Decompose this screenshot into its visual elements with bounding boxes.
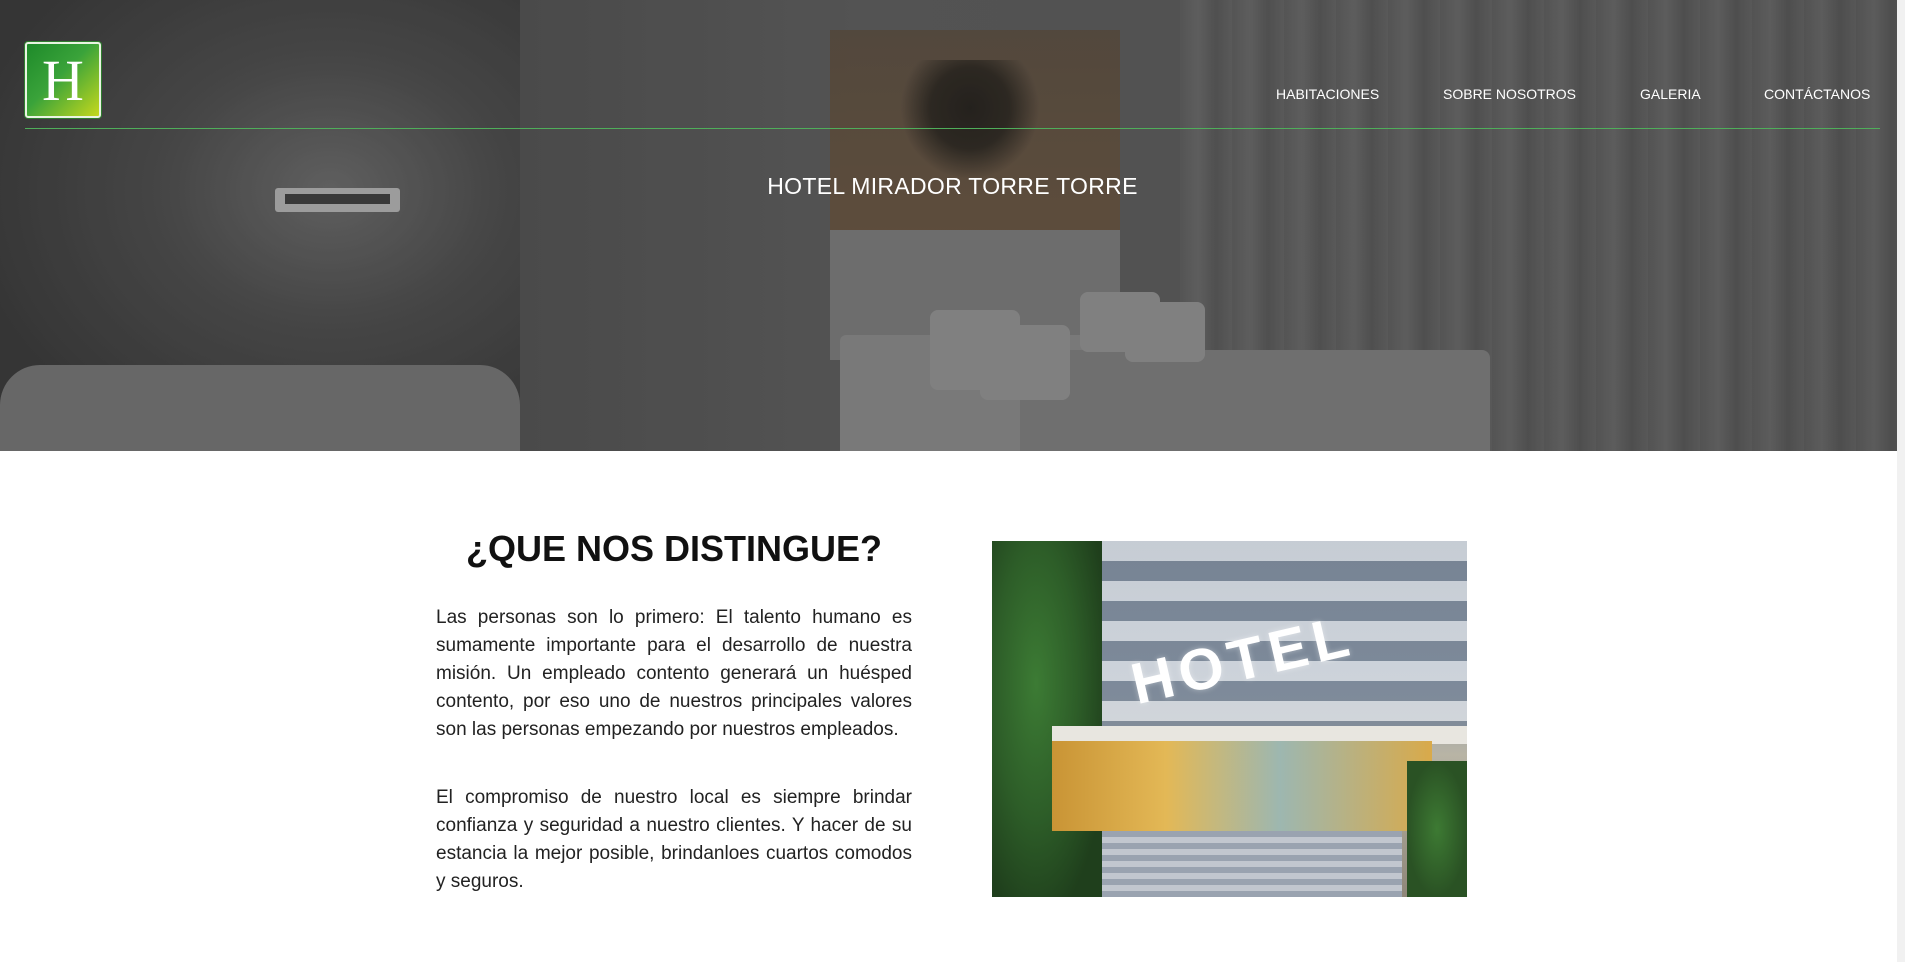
nav-link-galeria[interactable]: GALERIA [1640,86,1701,102]
hotel-exterior-photo: HOTEL [992,541,1467,897]
paragraph-commitment: El compromiso de nuestro local es siempr… [436,787,912,892]
paragraph-people: Las personas son lo primero: El talento … [436,607,912,740]
hero-overlay [0,0,1905,451]
nav-link-habitaciones[interactable]: HABITACIONES [1276,86,1379,102]
photo-lobby [1052,741,1432,831]
nav-link-sobre-nosotros[interactable]: SOBRE NOSOTROS [1443,86,1576,102]
hotel-logo[interactable]: H [25,42,101,118]
hero-title: HOTEL MIRADOR TORRE TORRE [767,173,1138,199]
main-nav: HABITACIONES SOBRE NOSOTROS GALERIA CONT… [0,86,1905,106]
photo-trees [992,541,1102,897]
nav-divider [25,128,1880,129]
scrollbar[interactable] [1897,0,1905,962]
hero-banner: H HABITACIONES SOBRE NOSOTROS GALERIA CO… [0,0,1905,451]
nav-link-contactanos[interactable]: CONTÁCTANOS [1764,86,1870,102]
photo-trees [1407,761,1467,897]
section-title: ¿QUE NOS DISTINGUE? [465,528,883,569]
photo-steps [1102,831,1402,897]
